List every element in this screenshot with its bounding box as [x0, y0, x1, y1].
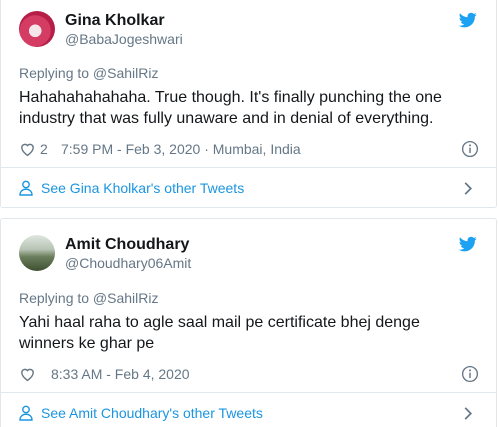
like-count: 2	[40, 141, 48, 157]
tweet-header: Gina Kholkar @BabaJogeshwari	[19, 11, 479, 51]
other-tweets-label[interactable]: See Gina Kholkar's other Tweets	[41, 180, 244, 196]
replying-to[interactable]: Replying to @SahilRiz	[19, 290, 159, 306]
replying-to[interactable]: Replying to @SahilRiz	[19, 65, 159, 81]
tweet-text: Hahahahahahaha. True though. It's finall…	[19, 89, 442, 127]
twitter-bird-icon[interactable]	[459, 235, 477, 253]
tweet-header: Amit Choudhary @Choudhary06Amit	[19, 235, 479, 275]
divider	[1, 392, 496, 393]
tweet-meta: 2 7:59 PM - Feb 3, 2020 · Mumbai, India	[19, 140, 479, 160]
avatar[interactable]	[19, 11, 55, 47]
heart-icon[interactable]	[19, 141, 36, 157]
tweet-card[interactable]: Gina Kholkar @BabaJogeshwari Replying to…	[0, 0, 497, 208]
other-tweets-link[interactable]: See Gina Kholkar's other Tweets	[19, 179, 479, 199]
chevron-right-icon[interactable]	[463, 181, 473, 196]
handle[interactable]: @Choudhary06Amit	[65, 254, 191, 272]
handle[interactable]: @BabaJogeshwari	[65, 30, 183, 48]
other-tweets-link[interactable]: See Amit Choudhary's other Tweets	[19, 404, 479, 424]
display-name[interactable]: Amit Choudhary	[65, 235, 191, 254]
tweet-card[interactable]: Amit Choudhary @Choudhary06Amit Replying…	[0, 218, 497, 427]
tweet-meta: 8:33 AM - Feb 4, 2020	[19, 365, 479, 385]
tweet-text: Yahi haal raha to agle saal mail pe cert…	[19, 314, 420, 352]
timestamp[interactable]: 7:59 PM - Feb 3, 2020 · Mumbai, India	[61, 141, 301, 157]
author-names: Gina Kholkar @BabaJogeshwari	[65, 11, 183, 48]
heart-icon[interactable]	[19, 366, 36, 382]
divider	[1, 167, 496, 168]
info-icon[interactable]	[461, 140, 479, 158]
timestamp[interactable]: 8:33 AM - Feb 4, 2020	[51, 366, 190, 382]
chevron-right-icon[interactable]	[463, 406, 473, 421]
other-tweets-label[interactable]: See Amit Choudhary's other Tweets	[41, 405, 263, 421]
person-icon	[19, 180, 33, 196]
display-name[interactable]: Gina Kholkar	[65, 11, 183, 30]
twitter-bird-icon[interactable]	[459, 11, 477, 29]
avatar[interactable]	[19, 235, 55, 271]
author-names: Amit Choudhary @Choudhary06Amit	[65, 235, 191, 272]
info-icon[interactable]	[461, 365, 479, 383]
person-icon	[19, 405, 33, 421]
